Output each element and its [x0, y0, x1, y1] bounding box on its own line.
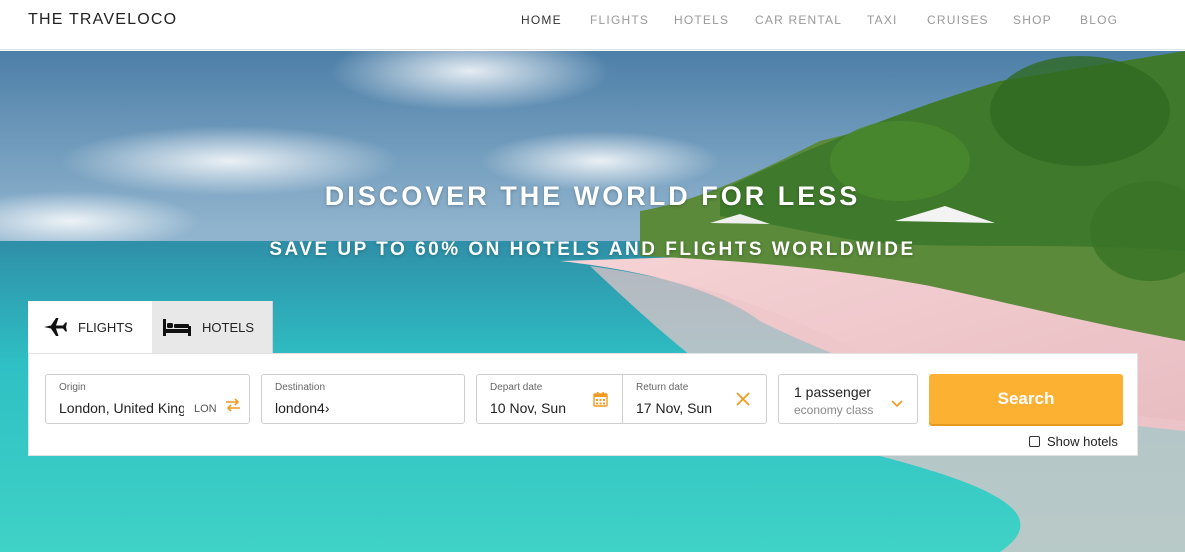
depart-label: Depart date	[490, 382, 543, 393]
calendar-icon[interactable]	[593, 391, 608, 412]
passenger-count: 1 passenger	[794, 384, 872, 400]
destination-input[interactable]: london4›	[275, 400, 330, 416]
nav-home[interactable]: HOME	[521, 13, 562, 27]
swap-arrows-icon[interactable]	[225, 397, 241, 418]
cabin-class: economy class	[794, 403, 874, 417]
nav-blog[interactable]: BLOG	[1080, 13, 1118, 27]
airplane-icon	[42, 316, 68, 338]
top-header: THE TRAVELOCO HOME FLIGHTS HOTELS CAR RE…	[0, 0, 1185, 50]
nav-shop[interactable]: SHOP	[1013, 13, 1052, 27]
destination-label: Destination	[275, 382, 326, 393]
search-button[interactable]: Search	[929, 374, 1123, 424]
flight-search-form: Origin London, United Kingdom LON Destin…	[28, 353, 1138, 456]
origin-label: Origin	[59, 382, 86, 393]
tab-flights[interactable]: FLIGHTS	[28, 301, 152, 353]
nav-taxi[interactable]: TAXI	[867, 13, 898, 27]
nav-flights[interactable]: FLIGHTS	[590, 13, 649, 27]
return-label: Return date	[636, 382, 689, 393]
origin-code: LON	[194, 403, 217, 415]
origin-input[interactable]: London, United Kingdom	[59, 400, 184, 416]
dates-field: Depart date 10 Nov, Sun Return date 17 N…	[476, 374, 767, 424]
return-date-input[interactable]: 17 Nov, Sun	[636, 400, 716, 416]
checkbox-box[interactable]	[1029, 436, 1040, 447]
hero-headline: DISCOVER THE WORLD FOR LESS	[324, 181, 861, 211]
close-icon[interactable]	[735, 391, 751, 412]
nav-car-rental[interactable]: CAR RENTAL	[755, 13, 842, 27]
hero-banner: DISCOVER THE WORLD FOR LESS SAVE UP TO 6…	[0, 51, 1185, 552]
chevron-down-icon	[891, 395, 903, 413]
return-date-group[interactable]: Return date 17 Nov, Sun	[623, 375, 767, 423]
tab-hotels[interactable]: HOTELS	[152, 301, 273, 353]
destination-field[interactable]: Destination london4›	[261, 374, 465, 424]
nav-hotels[interactable]: HOTELS	[674, 13, 729, 27]
passenger-selector[interactable]: 1 passenger economy class	[778, 374, 918, 424]
origin-field[interactable]: Origin London, United Kingdom LON	[45, 374, 250, 424]
tab-hotels-label: HOTELS	[202, 319, 255, 335]
show-hotels-checkbox[interactable]: Show hotels	[1029, 434, 1118, 449]
nav-cruises[interactable]: CRUISES	[927, 13, 989, 27]
tab-flights-label: FLIGHTS	[78, 319, 133, 335]
main-nav: HOME FLIGHTS HOTELS CAR RENTAL TAXI CRUI…	[0, 13, 1185, 33]
show-hotels-label: Show hotels	[1047, 434, 1118, 449]
bed-icon	[162, 317, 192, 337]
hero-subheadline: SAVE UP TO 60% ON HOTELS AND FLIGHTS WOR…	[269, 239, 916, 260]
depart-date-input[interactable]: 10 Nov, Sun	[490, 400, 570, 416]
